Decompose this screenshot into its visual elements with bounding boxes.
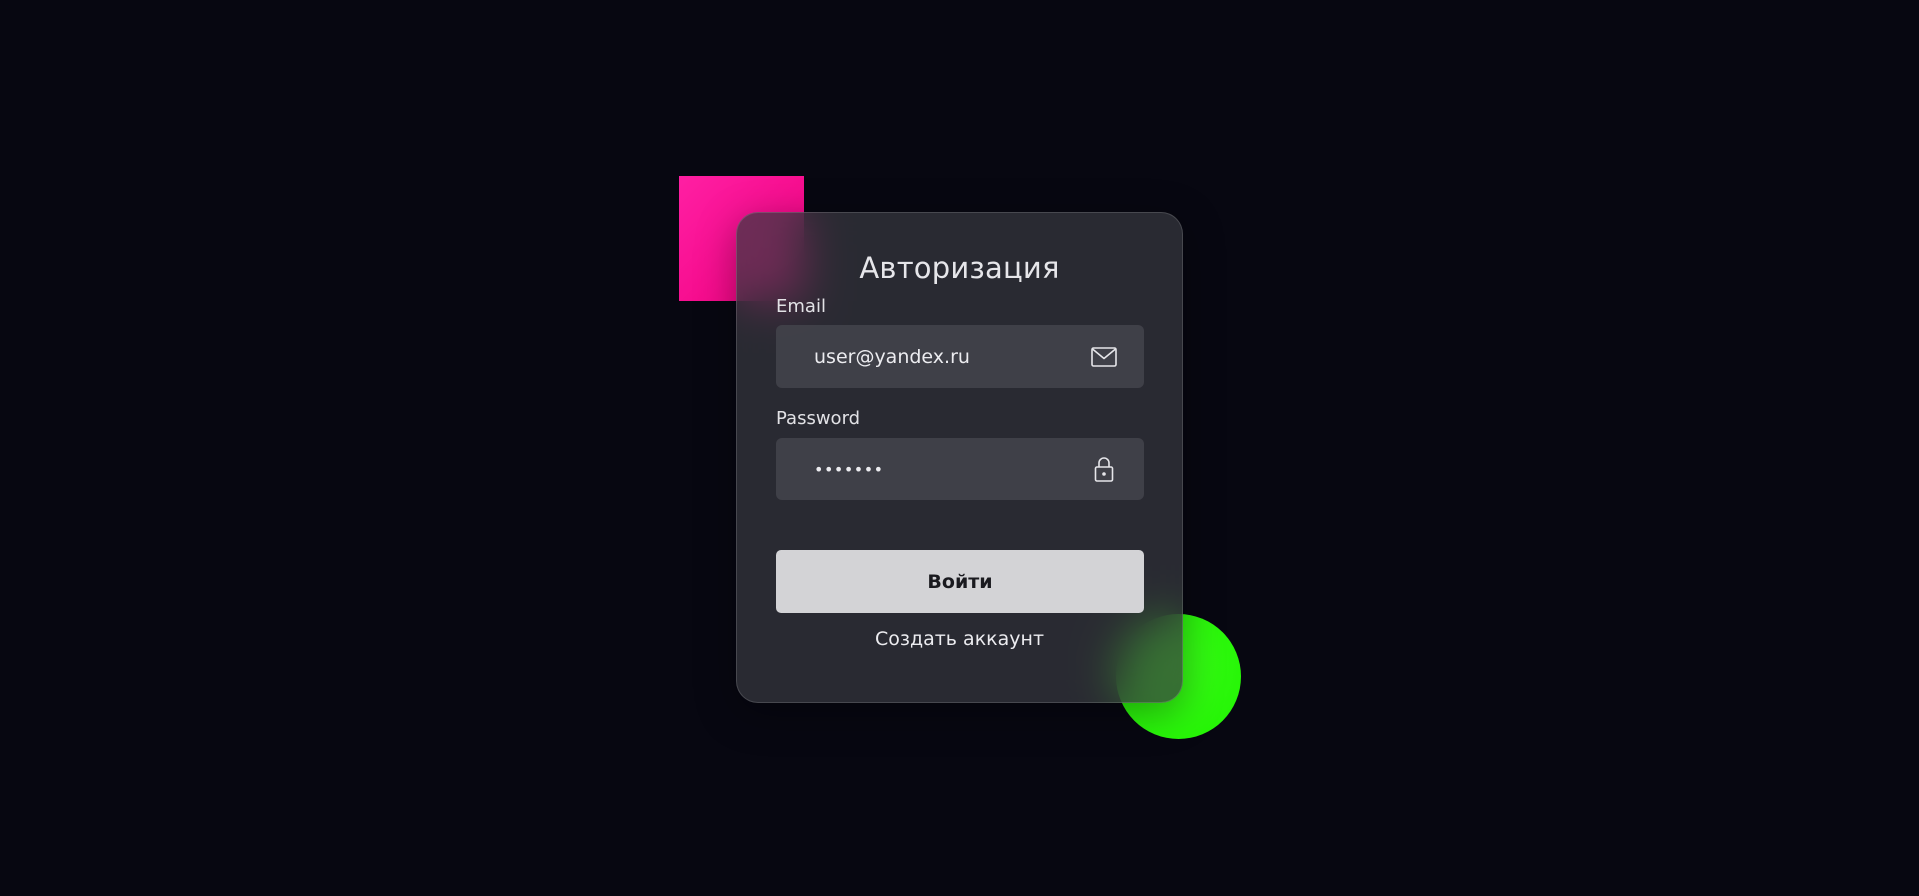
login-card: Авторизация Email Password Войти bbox=[736, 212, 1183, 703]
page-stage: Авторизация Email Password Войти bbox=[0, 0, 1919, 896]
login-button[interactable]: Войти bbox=[776, 550, 1144, 613]
create-account-link[interactable]: Создать аккаунт bbox=[737, 628, 1182, 650]
email-label: Email bbox=[776, 296, 826, 317]
email-field-container bbox=[776, 325, 1144, 388]
email-field[interactable] bbox=[776, 325, 1076, 388]
password-label: Password bbox=[776, 408, 861, 429]
mail-icon bbox=[1090, 343, 1118, 371]
lock-icon bbox=[1090, 455, 1118, 483]
password-field-container bbox=[776, 438, 1144, 500]
page-title: Авторизация bbox=[859, 251, 1060, 285]
password-field[interactable] bbox=[776, 438, 1076, 500]
